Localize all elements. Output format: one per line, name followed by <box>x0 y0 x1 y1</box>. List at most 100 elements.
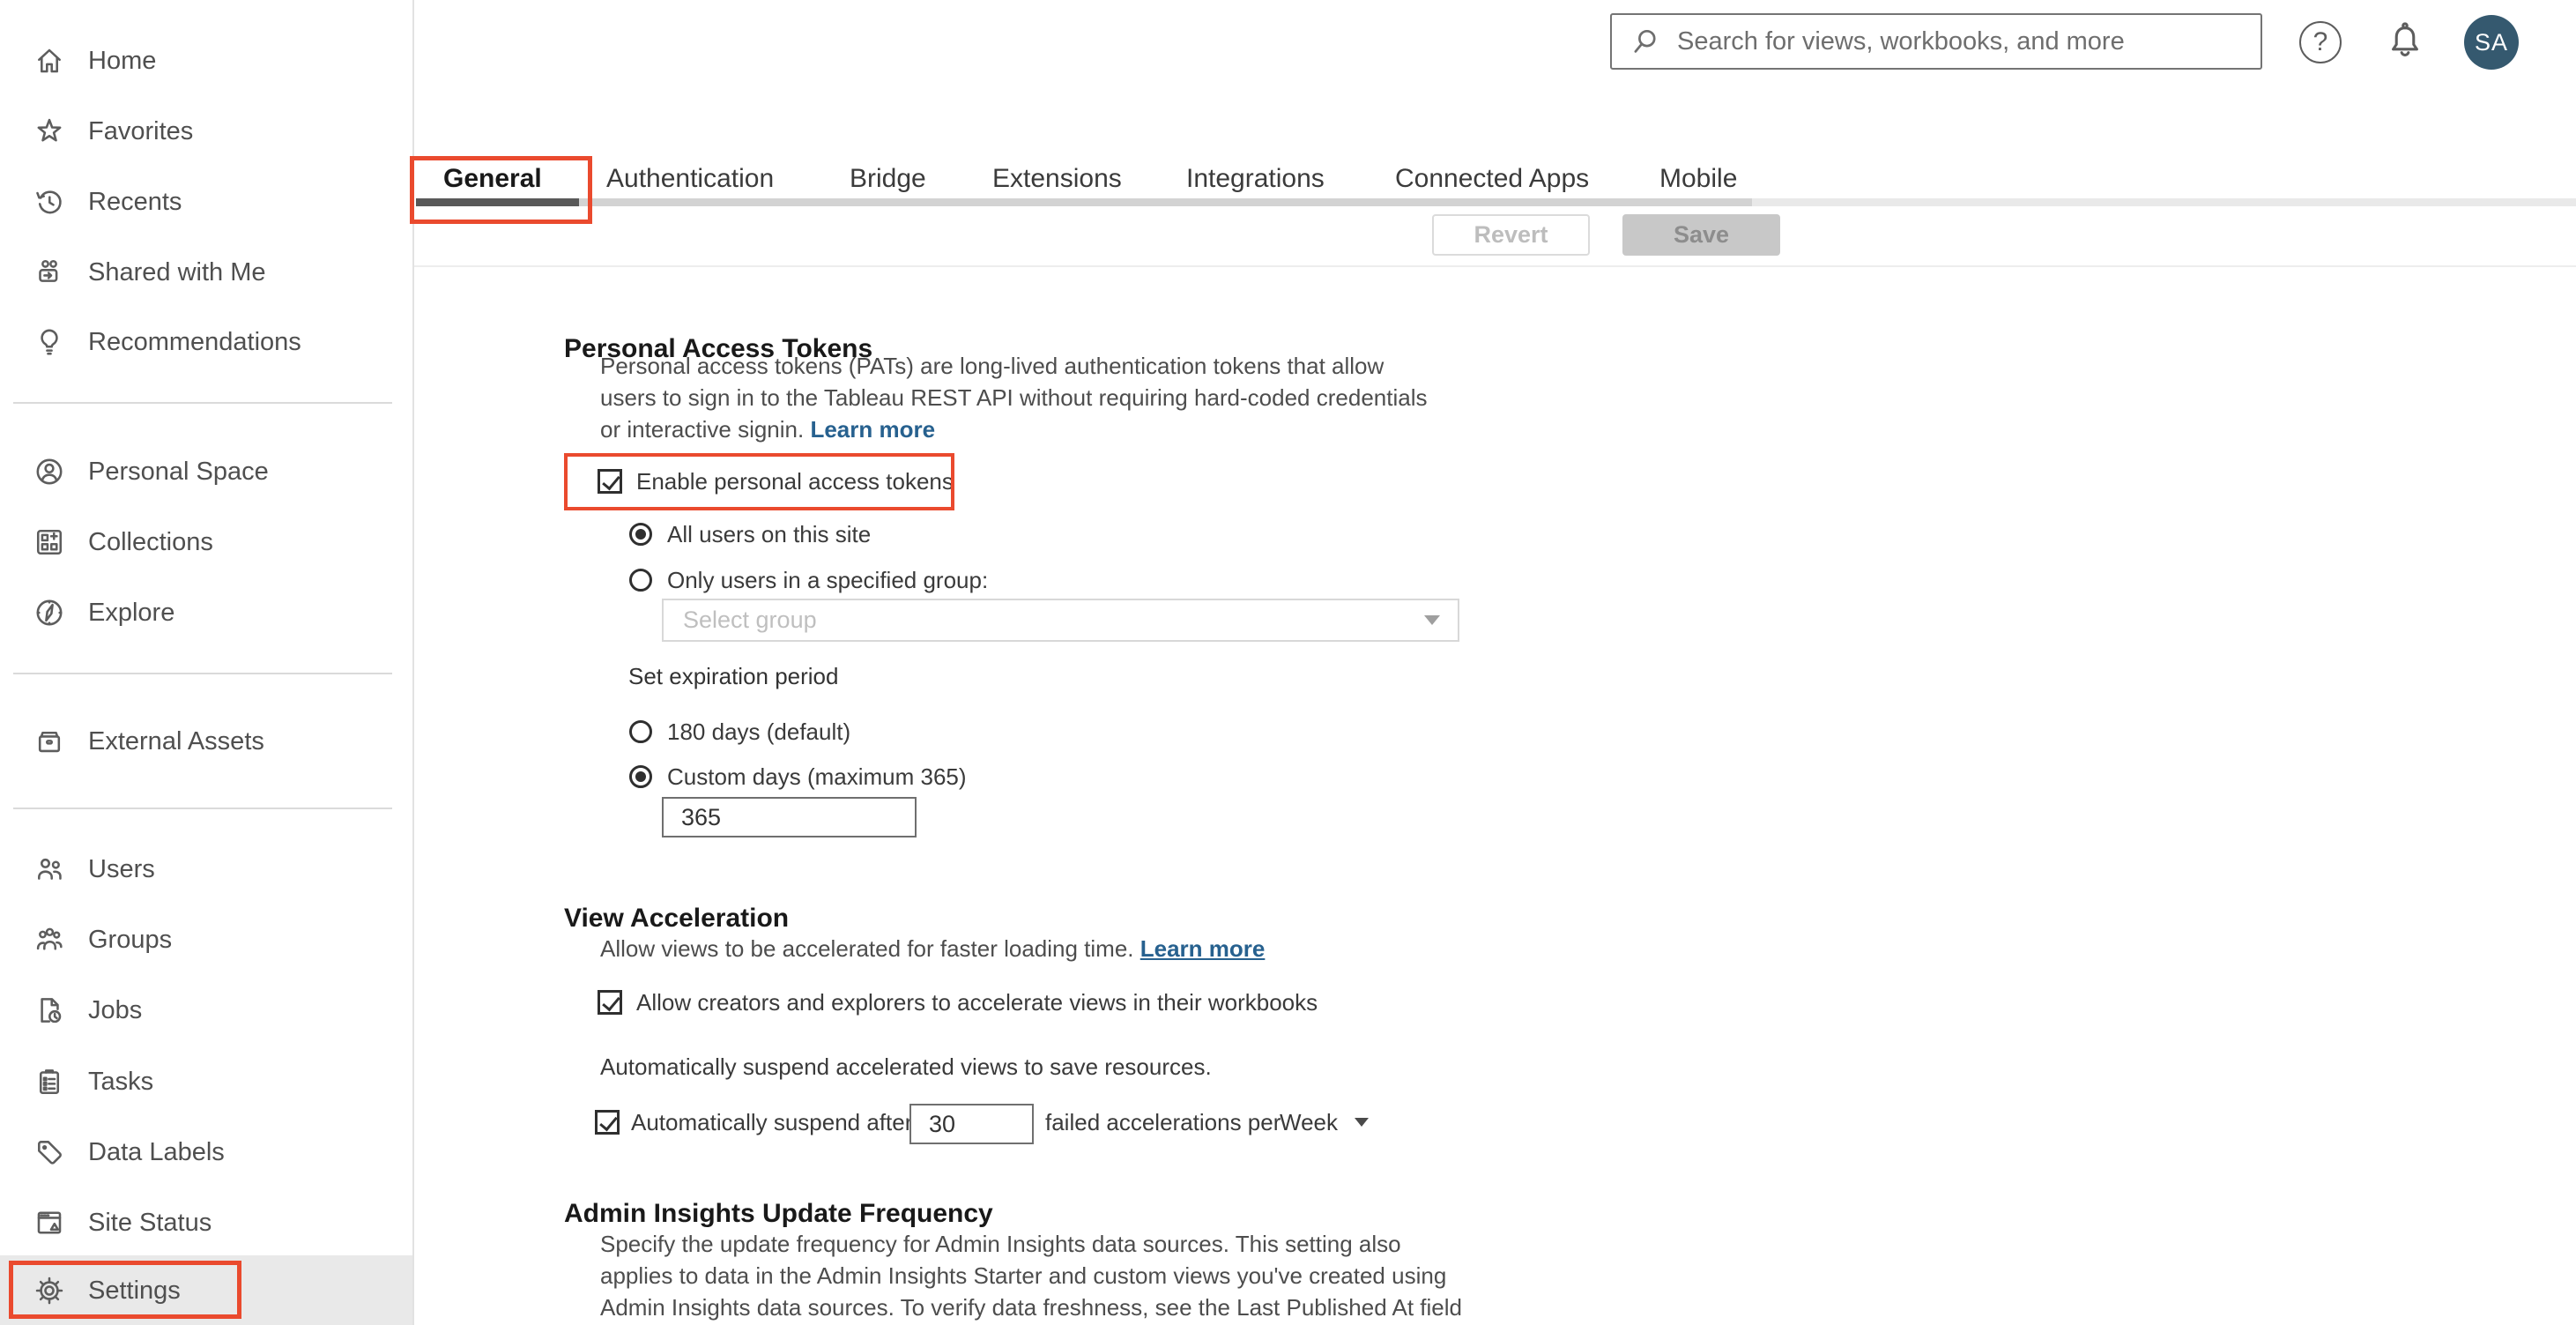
sidebar-item-label: Personal Space <box>88 457 269 486</box>
sidebar-item-label: Jobs <box>88 995 143 1024</box>
sidebar-item-personal-space[interactable]: Personal Space <box>0 436 412 507</box>
sidebar-item-settings[interactable]: Settings <box>0 1255 412 1325</box>
sidebar-item-recommendations[interactable]: Recommendations <box>0 307 412 377</box>
lightbulb-icon <box>33 326 65 358</box>
days-180-label[interactable]: 180 days (default) <box>667 718 850 746</box>
select-group-dropdown[interactable]: Select group <box>662 599 1459 642</box>
specified-group-radio[interactable] <box>629 569 652 592</box>
sidebar-item-label: External Assets <box>88 726 264 756</box>
view-accel-learn-more-link[interactable]: Learn more <box>1140 935 1266 962</box>
sidebar-item-favorites[interactable]: Favorites <box>0 96 412 167</box>
toolbar-divider <box>414 265 2576 267</box>
notifications-bell-icon[interactable] <box>2385 19 2425 63</box>
revert-button[interactable]: Revert <box>1432 214 1590 256</box>
enable-pat-checkbox[interactable] <box>598 469 622 494</box>
tab-integrations[interactable]: Integrations <box>1186 164 1325 194</box>
tableau-settings-page: Home Favorites Recents Shared with Me Re… <box>0 0 2576 1325</box>
all-users-label[interactable]: All users on this site <box>667 521 871 548</box>
sidebar-item-home[interactable]: Home <box>0 26 412 96</box>
view-accel-description: Allow views to be accelerated for faster… <box>600 935 1266 962</box>
sidebar-item-label: Explore <box>88 598 175 627</box>
sidebar: Home Favorites Recents Shared with Me Re… <box>0 0 414 1325</box>
star-icon <box>33 115 65 147</box>
chevron-down-icon <box>1424 615 1440 625</box>
search-input[interactable] <box>1610 13 2262 70</box>
all-users-radio[interactable] <box>629 523 652 546</box>
search-box <box>1610 13 2262 70</box>
sidebar-item-explore[interactable]: Explore <box>0 577 412 648</box>
tab-extensions[interactable]: Extensions <box>992 164 1122 194</box>
auto-suspend-checkbox[interactable] <box>595 1110 620 1135</box>
save-button[interactable]: Save <box>1622 214 1780 256</box>
sidebar-item-tasks[interactable]: Tasks <box>0 1046 412 1117</box>
enable-pat-label[interactable]: Enable personal access tokens <box>636 468 954 495</box>
avatar[interactable]: SA <box>2464 15 2519 70</box>
days-180-radio[interactable] <box>629 720 652 743</box>
sidebar-item-jobs[interactable]: Jobs <box>0 975 412 1046</box>
sidebar-item-label: Favorites <box>88 116 194 145</box>
sidebar-item-label: Settings <box>88 1276 181 1305</box>
sidebar-item-users[interactable]: Users <box>0 834 412 904</box>
avatar-initials: SA <box>2474 28 2509 56</box>
sidebar-item-label: Recents <box>88 187 182 216</box>
admin-insights-section-title: Admin Insights Update Frequency <box>564 1198 993 1228</box>
specified-group-label[interactable]: Only users in a specified group: <box>667 567 988 594</box>
shared-icon <box>33 257 65 288</box>
gear-icon <box>33 1275 65 1306</box>
auto-suspend-suffix: failed accelerations per <box>1045 1109 1281 1135</box>
tab-scrollbar-track[interactable] <box>579 198 1752 206</box>
tab-scrollbar-track-end <box>1752 198 2576 206</box>
auto-suspend-prefix[interactable]: Automatically suspend after <box>631 1109 912 1136</box>
sidebar-item-label: Collections <box>88 527 213 556</box>
sidebar-border <box>412 0 414 1325</box>
select-group-placeholder: Select group <box>683 607 817 633</box>
tab-scrollbar-thumb[interactable] <box>416 198 579 206</box>
groups-icon <box>33 924 65 956</box>
compass-icon <box>33 597 65 629</box>
custom-days-input[interactable] <box>662 797 917 837</box>
sidebar-divider <box>13 808 392 809</box>
help-icon[interactable]: ? <box>2299 21 2342 63</box>
suspend-description: Automatically suspend accelerated views … <box>600 1053 1212 1080</box>
home-icon <box>33 45 65 77</box>
tab-authentication[interactable]: Authentication <box>606 164 774 194</box>
tasks-icon <box>33 1066 65 1098</box>
sidebar-item-groups[interactable]: Groups <box>0 904 412 975</box>
tab-general[interactable]: General <box>443 164 542 194</box>
sidebar-item-label: Shared with Me <box>88 257 266 287</box>
site-status-icon <box>33 1207 65 1239</box>
users-icon <box>33 853 65 885</box>
admin-insights-description: Specify the update frequency for Admin I… <box>600 1231 1462 1321</box>
expiration-label: Set expiration period <box>628 663 839 689</box>
sidebar-item-label: Tasks <box>88 1067 154 1096</box>
pat-learn-more-link[interactable]: Learn more <box>810 416 935 443</box>
tab-mobile[interactable]: Mobile <box>1659 164 1737 194</box>
sidebar-item-external-assets[interactable]: External Assets <box>0 706 412 777</box>
period-dropdown[interactable]: Week <box>1280 1109 1338 1136</box>
person-circle-icon <box>33 456 65 488</box>
sidebar-item-site-status[interactable]: Site Status <box>0 1187 412 1258</box>
view-accel-section-title: View Acceleration <box>564 903 790 933</box>
search-icon <box>1634 29 1656 53</box>
drawer-icon <box>33 726 65 757</box>
pat-description: Personal access tokens (PATs) are long-l… <box>600 353 1428 443</box>
failed-accelerations-input[interactable] <box>909 1104 1034 1144</box>
sidebar-divider <box>13 402 392 404</box>
sidebar-item-data-labels[interactable]: Data Labels <box>0 1117 412 1187</box>
sidebar-item-label: Home <box>88 46 157 75</box>
tab-connected-apps[interactable]: Connected Apps <box>1395 164 1589 194</box>
help-glyph: ? <box>2312 27 2328 56</box>
sidebar-item-label: Data Labels <box>88 1137 225 1166</box>
sidebar-item-recents[interactable]: Recents <box>0 167 412 237</box>
tab-bridge[interactable]: Bridge <box>850 164 926 194</box>
allow-accelerate-checkbox[interactable] <box>598 990 622 1015</box>
sidebar-item-shared-with-me[interactable]: Shared with Me <box>0 237 412 308</box>
sidebar-divider <box>13 673 392 674</box>
sidebar-item-label: Groups <box>88 925 173 954</box>
sidebar-item-label: Site Status <box>88 1208 212 1237</box>
sidebar-item-collections[interactable]: Collections <box>0 507 412 577</box>
allow-accelerate-label[interactable]: Allow creators and explorers to accelera… <box>636 989 1318 1016</box>
custom-days-radio[interactable] <box>629 765 652 788</box>
sidebar-item-label: Recommendations <box>88 327 301 356</box>
custom-days-label[interactable]: Custom days (maximum 365) <box>667 763 967 791</box>
